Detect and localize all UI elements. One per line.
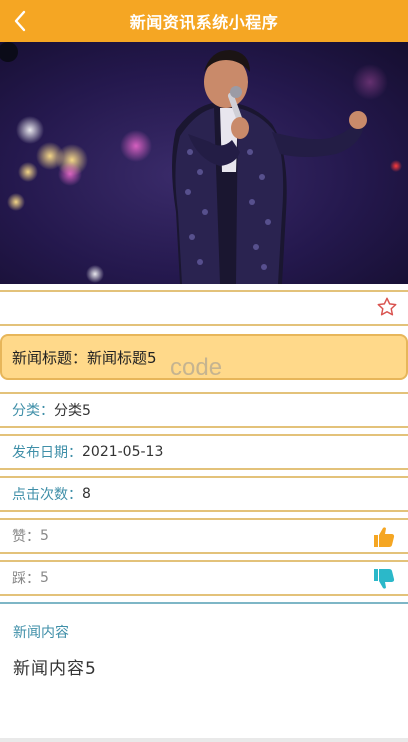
click-count-row: 点击次数： 8 bbox=[0, 476, 408, 512]
star-outline-icon[interactable] bbox=[376, 296, 398, 318]
publish-date-value: 2021-05-13 bbox=[82, 444, 164, 460]
thumbs-down-icon[interactable] bbox=[372, 567, 396, 591]
news-title-card: 新闻标题： 新闻标题5 bbox=[0, 334, 408, 380]
divider bbox=[0, 738, 408, 742]
click-count-label: 点击次数： bbox=[12, 487, 82, 503]
dislikes-row: 踩： 5 bbox=[0, 560, 408, 596]
likes-row: 赞： 5 bbox=[0, 518, 408, 554]
category-label: 分类： bbox=[12, 403, 54, 419]
dislikes-label: 踩： bbox=[12, 571, 40, 587]
navbar: 新闻资讯系统小程序 bbox=[0, 0, 408, 42]
category-row: 分类： 分类5 bbox=[0, 392, 408, 428]
thumbs-up-icon[interactable] bbox=[372, 525, 396, 549]
favorite-row bbox=[0, 290, 408, 326]
likes-label: 赞： bbox=[12, 529, 40, 545]
news-content-body: 新闻内容5 bbox=[13, 659, 97, 679]
news-title-label: 新闻标题： bbox=[12, 348, 88, 367]
news-hero-image bbox=[0, 42, 408, 284]
page-title: 新闻资讯系统小程序 bbox=[129, 13, 279, 32]
publish-date-label: 发布日期： bbox=[12, 445, 82, 461]
dislikes-value: 5 bbox=[40, 570, 49, 586]
chevron-left-icon[interactable] bbox=[8, 0, 32, 42]
publish-date-row: 发布日期： 2021-05-13 bbox=[0, 434, 408, 470]
click-count-value: 8 bbox=[82, 486, 91, 502]
likes-value: 5 bbox=[40, 528, 49, 544]
news-content-section: 新闻内容 新闻内容5 bbox=[0, 602, 408, 738]
news-title-value: 新闻标题5 bbox=[87, 348, 157, 367]
news-content-heading: 新闻内容 bbox=[13, 625, 69, 641]
category-value: 分类5 bbox=[54, 403, 91, 419]
